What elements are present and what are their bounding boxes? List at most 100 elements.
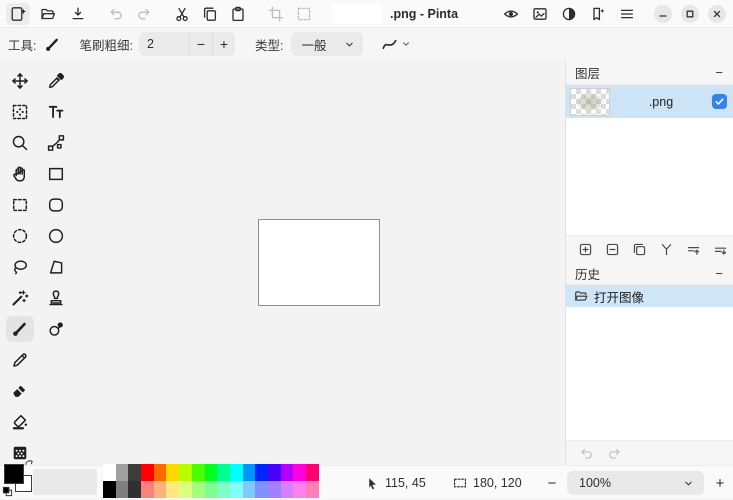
adjustments-menu-button[interactable] — [557, 3, 581, 25]
main-menu-button[interactable] — [615, 3, 639, 25]
palette-swatch[interactable] — [243, 481, 256, 498]
view-menu-button[interactable] — [499, 3, 523, 25]
image-menu-button[interactable] — [528, 3, 552, 25]
palette-swatch[interactable] — [179, 481, 192, 498]
undo-button[interactable] — [104, 3, 128, 25]
rounded-rectangle-tool[interactable] — [42, 192, 70, 218]
line-curve-tool[interactable] — [42, 130, 70, 156]
redo-button[interactable] — [132, 3, 156, 25]
open-image-button[interactable] — [36, 3, 60, 25]
duplicate-layer-icon[interactable] — [632, 242, 647, 257]
palette-swatch[interactable] — [128, 464, 141, 481]
palette-swatch[interactable] — [268, 464, 281, 481]
pencil-tool[interactable] — [6, 347, 34, 373]
palette-swatch[interactable] — [192, 464, 205, 481]
brush-width-value[interactable]: 2 — [139, 37, 189, 51]
move-selection-tool[interactable] — [6, 99, 34, 125]
zoom-tool[interactable] — [6, 130, 34, 156]
rectangle-select-tool[interactable] — [6, 192, 34, 218]
palette-swatch[interactable] — [281, 464, 294, 481]
recolor-tool[interactable] — [42, 316, 70, 342]
minimize-button[interactable] — [654, 5, 672, 23]
stroke-style-dropdown[interactable] — [377, 32, 415, 56]
palette-swatch[interactable] — [154, 464, 167, 481]
clone-stamp-tool[interactable] — [42, 285, 70, 311]
paste-button[interactable] — [226, 3, 250, 25]
history-redo-icon[interactable] — [607, 446, 622, 461]
palette-swatch[interactable] — [255, 481, 268, 498]
add-layer-icon[interactable] — [578, 242, 593, 257]
layers-collapse-button[interactable]: − — [715, 66, 723, 79]
palette-swatch[interactable] — [103, 481, 116, 498]
eraser-tool[interactable] — [6, 378, 34, 404]
save-button[interactable] — [66, 3, 90, 25]
effects-menu-button[interactable] — [586, 3, 610, 25]
layer-visibility-checkbox[interactable] — [712, 94, 727, 109]
palette-swatch[interactable] — [281, 481, 294, 498]
palette-swatch[interactable] — [166, 464, 179, 481]
pan-tool[interactable] — [6, 161, 34, 187]
palette-swatch[interactable] — [293, 464, 306, 481]
delete-layer-icon[interactable] — [605, 242, 620, 257]
new-image-button[interactable] — [6, 3, 30, 25]
palette-swatch[interactable] — [205, 464, 218, 481]
palette-swatch[interactable] — [166, 481, 179, 498]
history-undo-icon[interactable] — [579, 446, 594, 461]
palette-swatch[interactable] — [306, 464, 319, 481]
palette-swatch[interactable] — [205, 481, 218, 498]
palette-swatch[interactable] — [217, 481, 230, 498]
history-item[interactable]: 打开图像 — [566, 285, 733, 307]
palette-swatch[interactable] — [179, 464, 192, 481]
layer-row[interactable]: .png — [566, 85, 733, 118]
reset-colors-icon[interactable] — [2, 486, 13, 497]
maximize-button[interactable] — [681, 5, 699, 23]
ellipse-tool[interactable] — [42, 223, 70, 249]
brush-width-increase-button[interactable]: + — [212, 32, 235, 56]
palette-swatch[interactable] — [306, 481, 319, 498]
zoom-out-button[interactable]: − — [540, 471, 564, 495]
palette-swatch[interactable] — [217, 464, 230, 481]
palette-swatch[interactable] — [154, 481, 167, 498]
deselect-button[interactable] — [292, 3, 316, 25]
color-picker-tool[interactable] — [42, 68, 70, 94]
primary-color-swatch[interactable] — [4, 464, 24, 484]
brush-type-dropdown[interactable]: 一般 — [291, 32, 363, 56]
palette-swatch[interactable] — [116, 481, 129, 498]
paint-bucket-tool[interactable] — [6, 409, 34, 435]
history-collapse-button[interactable]: − — [715, 267, 723, 280]
palette-swatch[interactable] — [128, 481, 141, 498]
raise-layer-icon[interactable] — [686, 242, 701, 257]
move-selected-tool[interactable] — [6, 68, 34, 94]
palette-swatch[interactable] — [116, 464, 129, 481]
ellipse-select-tool[interactable] — [6, 223, 34, 249]
palette-swatch[interactable] — [268, 481, 281, 498]
zoom-in-button[interactable]: + — [708, 471, 732, 495]
paintbrush-tool[interactable] — [6, 316, 34, 342]
rectangle-tool[interactable] — [42, 161, 70, 187]
brush-width-decrease-button[interactable]: − — [189, 32, 212, 56]
freeform-shape-tool[interactable] — [42, 254, 70, 280]
crop-to-selection-button[interactable] — [264, 3, 288, 25]
palette-swatch[interactable] — [141, 481, 154, 498]
palette-swatch[interactable] — [192, 481, 205, 498]
palette-swatch[interactable] — [293, 481, 306, 498]
lasso-select-tool[interactable] — [6, 254, 34, 280]
palette-swatch[interactable] — [230, 464, 243, 481]
cut-button[interactable] — [170, 3, 194, 25]
canvas[interactable] — [258, 219, 380, 306]
palette-swatch[interactable] — [230, 481, 243, 498]
checkmark-icon — [714, 96, 725, 107]
palette-swatch[interactable] — [243, 464, 256, 481]
recently-used-colors[interactable] — [33, 469, 97, 495]
magic-wand-tool[interactable] — [6, 285, 34, 311]
merge-layer-down-icon[interactable] — [659, 242, 674, 257]
zoom-level-dropdown[interactable]: 100% — [567, 471, 704, 495]
palette-swatch[interactable] — [255, 464, 268, 481]
copy-button[interactable] — [198, 3, 222, 25]
close-button[interactable] — [708, 5, 726, 23]
text-tool[interactable] — [42, 99, 70, 125]
document-name-field[interactable] — [332, 4, 382, 24]
palette-swatch[interactable] — [141, 464, 154, 481]
lower-layer-icon[interactable] — [713, 242, 728, 257]
palette-swatch[interactable] — [103, 464, 116, 481]
